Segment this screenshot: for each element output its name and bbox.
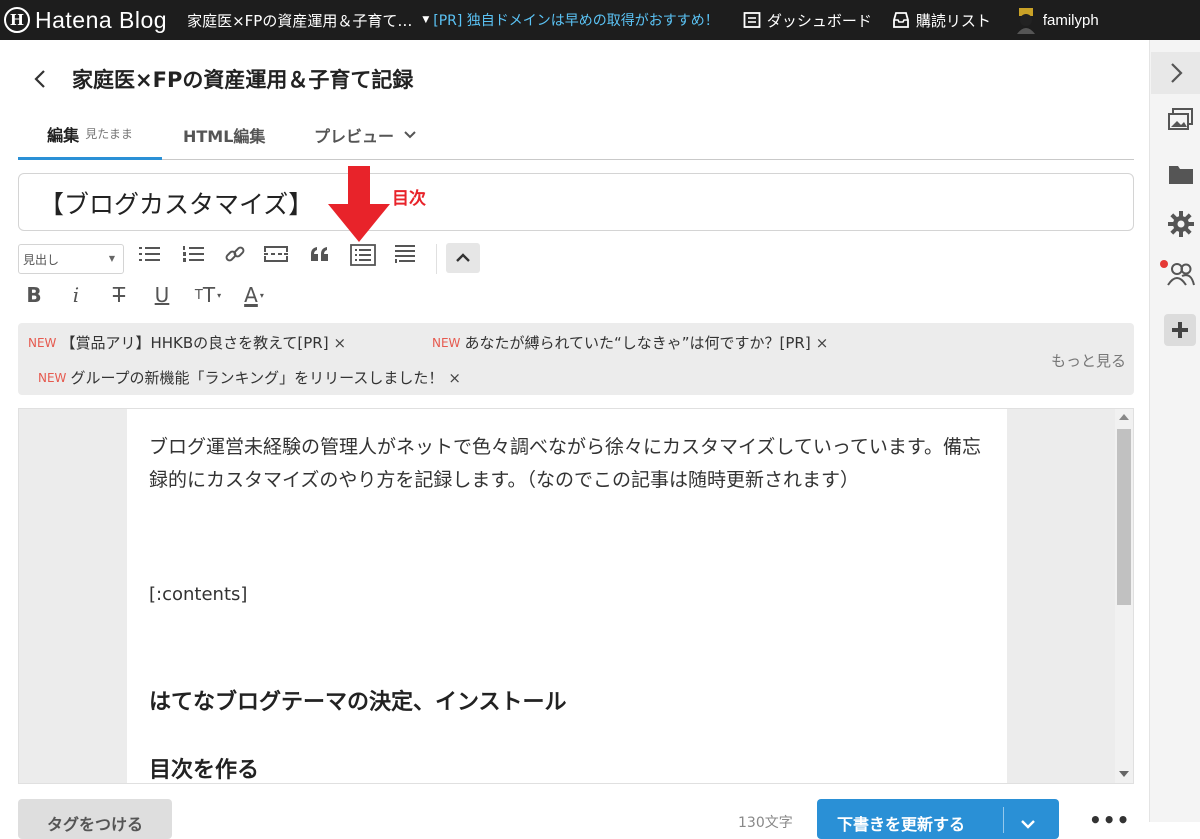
hatena-blog-logo[interactable]: H Hatena Blog — [4, 7, 167, 34]
more-separator-icon[interactable] — [262, 240, 290, 268]
link-icon[interactable] — [221, 240, 249, 268]
inbox-icon — [892, 11, 910, 29]
toolbar-divider — [436, 244, 437, 274]
scrollbar-thumb[interactable] — [1117, 429, 1131, 605]
editor-body[interactable]: ブログ運営未経験の管理人がネットで色々調べながら徐々にカスタマイズしていっていま… — [127, 409, 1007, 783]
tab-edit-label: 編集 — [47, 125, 80, 145]
tab-edit-sublabel: 見たまま — [85, 127, 133, 141]
font-size-button[interactable]: T T ▾ — [192, 281, 224, 309]
title-field[interactable]: 【ブログカスタマイズ】 — [18, 173, 1134, 231]
add-button[interactable] — [1164, 314, 1196, 346]
dropdown-arrow-icon: ▼ — [108, 254, 115, 263]
plus-icon — [1172, 322, 1188, 338]
notice-text: あなたが縛られていた“しなきゃ”は何ですか？[PR] — [464, 334, 811, 352]
chevron-down-icon[interactable] — [1021, 814, 1035, 833]
pr-link[interactable]: [PR] 独自ドメインは早めの取得がおすすめ！ — [433, 10, 719, 30]
update-draft-label: 下書きを更新する — [837, 815, 966, 834]
close-icon[interactable]: × — [448, 369, 461, 387]
strikethrough-button[interactable]: T — [106, 281, 132, 309]
editor-area: ブログ運営未経験の管理人がネットで色々調べながら徐々にカスタマイズしていっていま… — [18, 408, 1134, 784]
format-select-value: 見出し — [23, 252, 60, 267]
chevron-down-icon — [404, 130, 416, 139]
notice-item[interactable]: NEW 【賞品アリ】HHKBの良さを教えて[PR] × — [28, 332, 346, 353]
add-tag-button[interactable]: タグをつける — [18, 799, 172, 839]
back-button[interactable] — [28, 66, 52, 92]
caret-down-icon: ▾ — [217, 290, 222, 300]
numbered-list-icon[interactable] — [180, 240, 208, 268]
page-title: 家庭医×FPの資産運用＆子育て記録 — [72, 68, 414, 92]
close-icon[interactable]: × — [816, 334, 829, 352]
chevron-right-icon — [1170, 63, 1183, 83]
editor-tabs: 編集 見たまま HTML編集 プレビュー — [18, 110, 1134, 160]
italic-button[interactable]: i — [64, 281, 88, 309]
char-count: 130文字 — [738, 815, 793, 831]
avatar — [1015, 6, 1037, 34]
contents-tag: [:contents] — [149, 584, 248, 605]
logo-mark: H — [4, 7, 30, 33]
show-more-link[interactable]: もっと見る — [1051, 350, 1126, 371]
tab-html-label: HTML編集 — [183, 126, 266, 146]
notification-dot — [1160, 260, 1168, 268]
text-color-letter: A — [244, 283, 258, 307]
body-paragraph: ブログ運営未経験の管理人がネットで色々調べながら徐々にカスタマイズしていっていま… — [149, 436, 982, 491]
annotation-arrow — [328, 166, 390, 242]
editor-scrollbar[interactable] — [1115, 409, 1133, 783]
nav-dashboard-label: ダッシュボード — [766, 11, 872, 30]
notice-text: グループの新機能「ランキング」をリリースしました！ — [70, 369, 444, 387]
table-of-contents-icon[interactable] — [349, 241, 377, 269]
global-header: H Hatena Blog 家庭医×FPの資産運用＆子育て… ▼ [PR] 独自… — [0, 0, 1200, 40]
scroll-down-arrow-icon[interactable] — [1119, 771, 1129, 777]
image-icon[interactable] — [1167, 106, 1195, 134]
right-sidebar — [1149, 40, 1200, 822]
dashboard-icon — [743, 11, 761, 29]
notice-text: 【賞品アリ】HHKBの良さを教えて[PR] — [60, 334, 329, 352]
button-divider — [1003, 807, 1004, 833]
format-select[interactable]: 見出し ▼ — [18, 244, 124, 274]
update-draft-button[interactable]: 下書きを更新する — [817, 799, 1059, 839]
nav-reading-list-label: 購読リスト — [915, 11, 991, 30]
tab-preview[interactable]: プレビュー — [314, 110, 416, 159]
new-badge: NEW — [28, 335, 57, 350]
new-badge: NEW — [38, 370, 67, 385]
gear-icon[interactable] — [1167, 210, 1195, 238]
nav-reading-list[interactable]: 購読リスト — [892, 10, 991, 31]
text-color-button[interactable]: A ▾ — [236, 281, 272, 309]
footnote-icon[interactable] — [391, 240, 419, 268]
caret-down-icon: ▾ — [259, 290, 264, 300]
blog-title-link[interactable]: 家庭医×FPの資産運用＆子育て… — [187, 10, 412, 31]
notice-panel: NEW 【賞品アリ】HHKBの良さを教えて[PR] × NEW あなたが縛られて… — [18, 323, 1134, 395]
notice-item[interactable]: NEW グループの新機能「ランキング」をリリースしました！ × — [38, 367, 461, 388]
bold-button[interactable]: B — [22, 281, 46, 309]
tab-preview-label: プレビュー — [314, 126, 395, 146]
more-options-button[interactable]: ••• — [1089, 808, 1130, 832]
caret-down-icon[interactable]: ▼ — [422, 15, 429, 25]
chevron-up-icon — [456, 253, 470, 262]
scroll-up-arrow-icon[interactable] — [1119, 414, 1129, 420]
tab-html[interactable]: HTML編集 — [183, 110, 265, 159]
body-heading: はてなブログテーマの決定、インストール — [149, 690, 567, 715]
close-icon[interactable]: × — [334, 334, 347, 352]
new-badge: NEW — [432, 335, 461, 350]
username: familyph — [1042, 11, 1099, 29]
user-menu[interactable]: familyph — [1015, 6, 1099, 34]
title-field-value: 【ブログカスタマイズ】 — [39, 190, 314, 219]
tab-edit[interactable]: 編集 見たまま — [18, 110, 162, 160]
font-size-small-t: T — [194, 287, 203, 303]
group-icon[interactable] — [1167, 260, 1195, 288]
chevron-left-icon — [34, 70, 45, 88]
collapse-toolbar-button[interactable] — [446, 243, 480, 273]
annotation-label: 目次 — [392, 189, 426, 209]
bulleted-list-icon[interactable] — [136, 240, 164, 268]
body-heading: 目次を作る — [149, 758, 260, 783]
nav-dashboard[interactable]: ダッシュボード — [743, 10, 872, 31]
logo-text: Hatena Blog — [35, 6, 168, 33]
underline-button[interactable]: U — [149, 281, 175, 309]
font-size-large-t: T — [202, 283, 216, 307]
notice-item[interactable]: NEW あなたが縛られていた“しなきゃ”は何ですか？[PR] × — [432, 332, 828, 353]
collapse-sidebar-button[interactable] — [1151, 52, 1200, 94]
quote-icon[interactable] — [306, 240, 334, 268]
folder-icon[interactable] — [1167, 160, 1195, 188]
